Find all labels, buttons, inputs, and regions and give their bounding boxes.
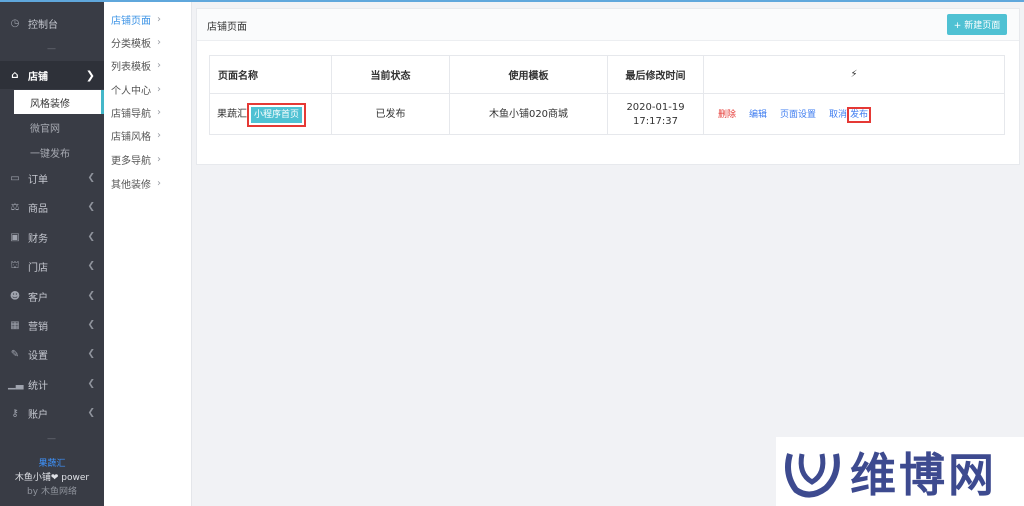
stats-icon: ▁▃	[8, 378, 24, 390]
chevron-left-icon: ❮	[87, 261, 95, 271]
chevron-left-icon: ❮	[87, 379, 95, 389]
customer-icon: ☻	[9, 290, 21, 302]
sidebar-item-label: 控制台	[28, 19, 58, 31]
chevron-down-icon: ❯	[85, 68, 95, 82]
chevron-right-icon: ›	[157, 83, 161, 95]
marketing-icon: ▦	[10, 319, 20, 331]
chevron-right-icon: ›	[157, 153, 161, 165]
highlight-box: 小程序首页	[247, 102, 307, 127]
sidebar-footer: 果蔬汇 木鱼小铺❤ power by 木鱼网络	[0, 457, 104, 499]
sidebar-subitem-one-click-publish[interactable]: 一键发布	[14, 140, 104, 164]
table-cell-template: 木鱼小铺020商城	[450, 94, 608, 135]
sidebar-item-label: 店铺	[28, 71, 48, 83]
footer-brand[interactable]: 果蔬汇	[0, 457, 104, 471]
secondary-nav: 店铺页面 › 分类模板 › 列表模板 › 个人中心 › 店铺导航 › 店铺风格 › 更多导航…	[104, 2, 192, 506]
chevron-right-icon: ›	[157, 13, 161, 25]
lightning-icon: ⚡	[850, 69, 858, 80]
sidebar-item-stats[interactable]: ▁▃ 统计 ❮	[0, 371, 104, 397]
modified-time: 17:17:37	[633, 115, 678, 127]
new-page-button[interactable]: + 新建页面	[947, 14, 1007, 35]
sidebar-divider: —	[47, 434, 57, 444]
page-settings-link[interactable]: 页面设置	[780, 108, 816, 122]
chevron-left-icon: ❮	[87, 320, 95, 330]
dashboard-icon: ◷	[10, 17, 20, 29]
goods-icon: ⚖	[10, 201, 20, 213]
sidebar: ◷ 控制台 — ⌂ 店铺 ❯ 风格装修 微官网 一键发布 ▭ 订单 ❮ ⚖ 商品 ❮ ▣…	[0, 2, 104, 506]
watermark-text: 维博网	[850, 447, 997, 502]
chevron-right-icon: ›	[157, 59, 161, 71]
footer-by: by 木鱼网络	[27, 487, 77, 497]
chevron-left-icon: ❮	[87, 408, 95, 418]
sidebar-item-customers[interactable]: ☻ 客户 ❮	[0, 283, 104, 309]
subnav-item-list-template[interactable]: 列表模板 ›	[111, 56, 191, 74]
subnav-item-personal-center[interactable]: 个人中心 ›	[111, 80, 191, 98]
sidebar-item-settings[interactable]: ✎ 设置 ❮	[0, 341, 104, 367]
chevron-left-icon: ❮	[87, 291, 95, 301]
subnav-item-more-navigation[interactable]: 更多导航 ›	[111, 150, 191, 168]
sidebar-subitem-style-decor[interactable]: 风格装修	[14, 90, 104, 114]
sidebar-item-goods[interactable]: ⚖ 商品 ❮	[0, 194, 104, 220]
homepage-tag: 小程序首页	[251, 106, 303, 123]
sidebar-item-outlets[interactable]: ⛫ 门店 ❮	[0, 253, 104, 279]
watermark-logo-icon	[785, 452, 840, 497]
account-icon: ⚷	[11, 407, 19, 419]
chevron-left-icon: ❮	[87, 232, 95, 242]
sidebar-divider: —	[47, 44, 57, 54]
column-header-status: 当前状态	[332, 56, 450, 94]
pages-table: 页面名称 当前状态 使用模板 最后修改时间 ⚡ 果蔬汇 小程序首页 已发布 木鱼…	[209, 55, 1005, 135]
sidebar-item-store[interactable]: ⌂ 店铺 ❯	[0, 61, 104, 89]
edit-link[interactable]: 编辑	[749, 108, 767, 122]
main-panel: 店铺页面 + 新建页面 页面名称 当前状态 使用模板 最后修改时间 ⚡ 果蔬汇 …	[196, 8, 1020, 165]
store-icon: ⌂	[11, 69, 19, 81]
panel-header: 店铺页面 + 新建页面	[197, 9, 1019, 41]
page-title: 店铺页面	[207, 22, 247, 33]
sidebar-subitem-micro-site[interactable]: 微官网	[14, 115, 104, 139]
subnav-item-category-template[interactable]: 分类模板 ›	[111, 33, 191, 51]
subnav-item-other-decoration[interactable]: 其他装修 ›	[111, 174, 191, 192]
table-cell-page-name: 果蔬汇 小程序首页	[210, 94, 332, 135]
cancel-text: 取消	[829, 109, 848, 120]
chevron-left-icon: ❮	[87, 349, 95, 359]
delete-link[interactable]: 删除	[718, 108, 736, 122]
publish-text: 发布	[850, 109, 869, 120]
sidebar-item-orders[interactable]: ▭ 订单 ❮	[0, 165, 104, 191]
chevron-right-icon: ›	[157, 106, 161, 118]
column-header-actions: ⚡	[704, 56, 1004, 94]
sidebar-item-marketing[interactable]: ▦ 营销 ❮	[0, 312, 104, 338]
table-cell-modified-time: 2020-01-19 17:17:37	[608, 94, 704, 135]
sidebar-item-finance[interactable]: ▣ 财务 ❮	[0, 224, 104, 250]
chevron-left-icon: ❮	[87, 173, 95, 183]
table-cell-status: 已发布	[332, 94, 450, 135]
publish-highlight-box: 发布	[847, 106, 872, 123]
modified-date: 2020-01-19	[626, 101, 685, 113]
cancel-publish-link[interactable]: 取消 发布	[829, 106, 872, 123]
subnav-item-store-pages[interactable]: 店铺页面 ›	[111, 10, 191, 28]
subnav-item-store-style[interactable]: 店铺风格 ›	[111, 126, 191, 144]
footer-power: 木鱼小铺❤ power	[14, 473, 90, 483]
column-header-template: 使用模板	[450, 56, 608, 94]
column-header-modified-time: 最后修改时间	[608, 56, 704, 94]
chevron-right-icon: ›	[157, 177, 161, 189]
finance-icon: ▣	[10, 231, 20, 243]
settings-icon: ✎	[10, 348, 20, 360]
chevron-right-icon: ›	[157, 129, 161, 141]
table-cell-actions: 删除 编辑 页面设置 取消 发布	[704, 94, 1004, 135]
outlet-icon: ⛫	[10, 259, 20, 271]
watermark: 维博网	[776, 437, 1024, 506]
chevron-left-icon: ❮	[87, 202, 95, 212]
subnav-item-store-navigation[interactable]: 店铺导航 ›	[111, 103, 191, 121]
column-header-page-name: 页面名称	[210, 56, 332, 94]
sidebar-item-dashboard[interactable]: ◷ 控制台	[0, 10, 104, 36]
order-icon: ▭	[10, 172, 20, 184]
chevron-right-icon: ›	[157, 36, 161, 48]
page-name-text: 果蔬汇	[217, 108, 247, 120]
sidebar-item-account[interactable]: ⚷ 账户 ❮	[0, 400, 104, 426]
